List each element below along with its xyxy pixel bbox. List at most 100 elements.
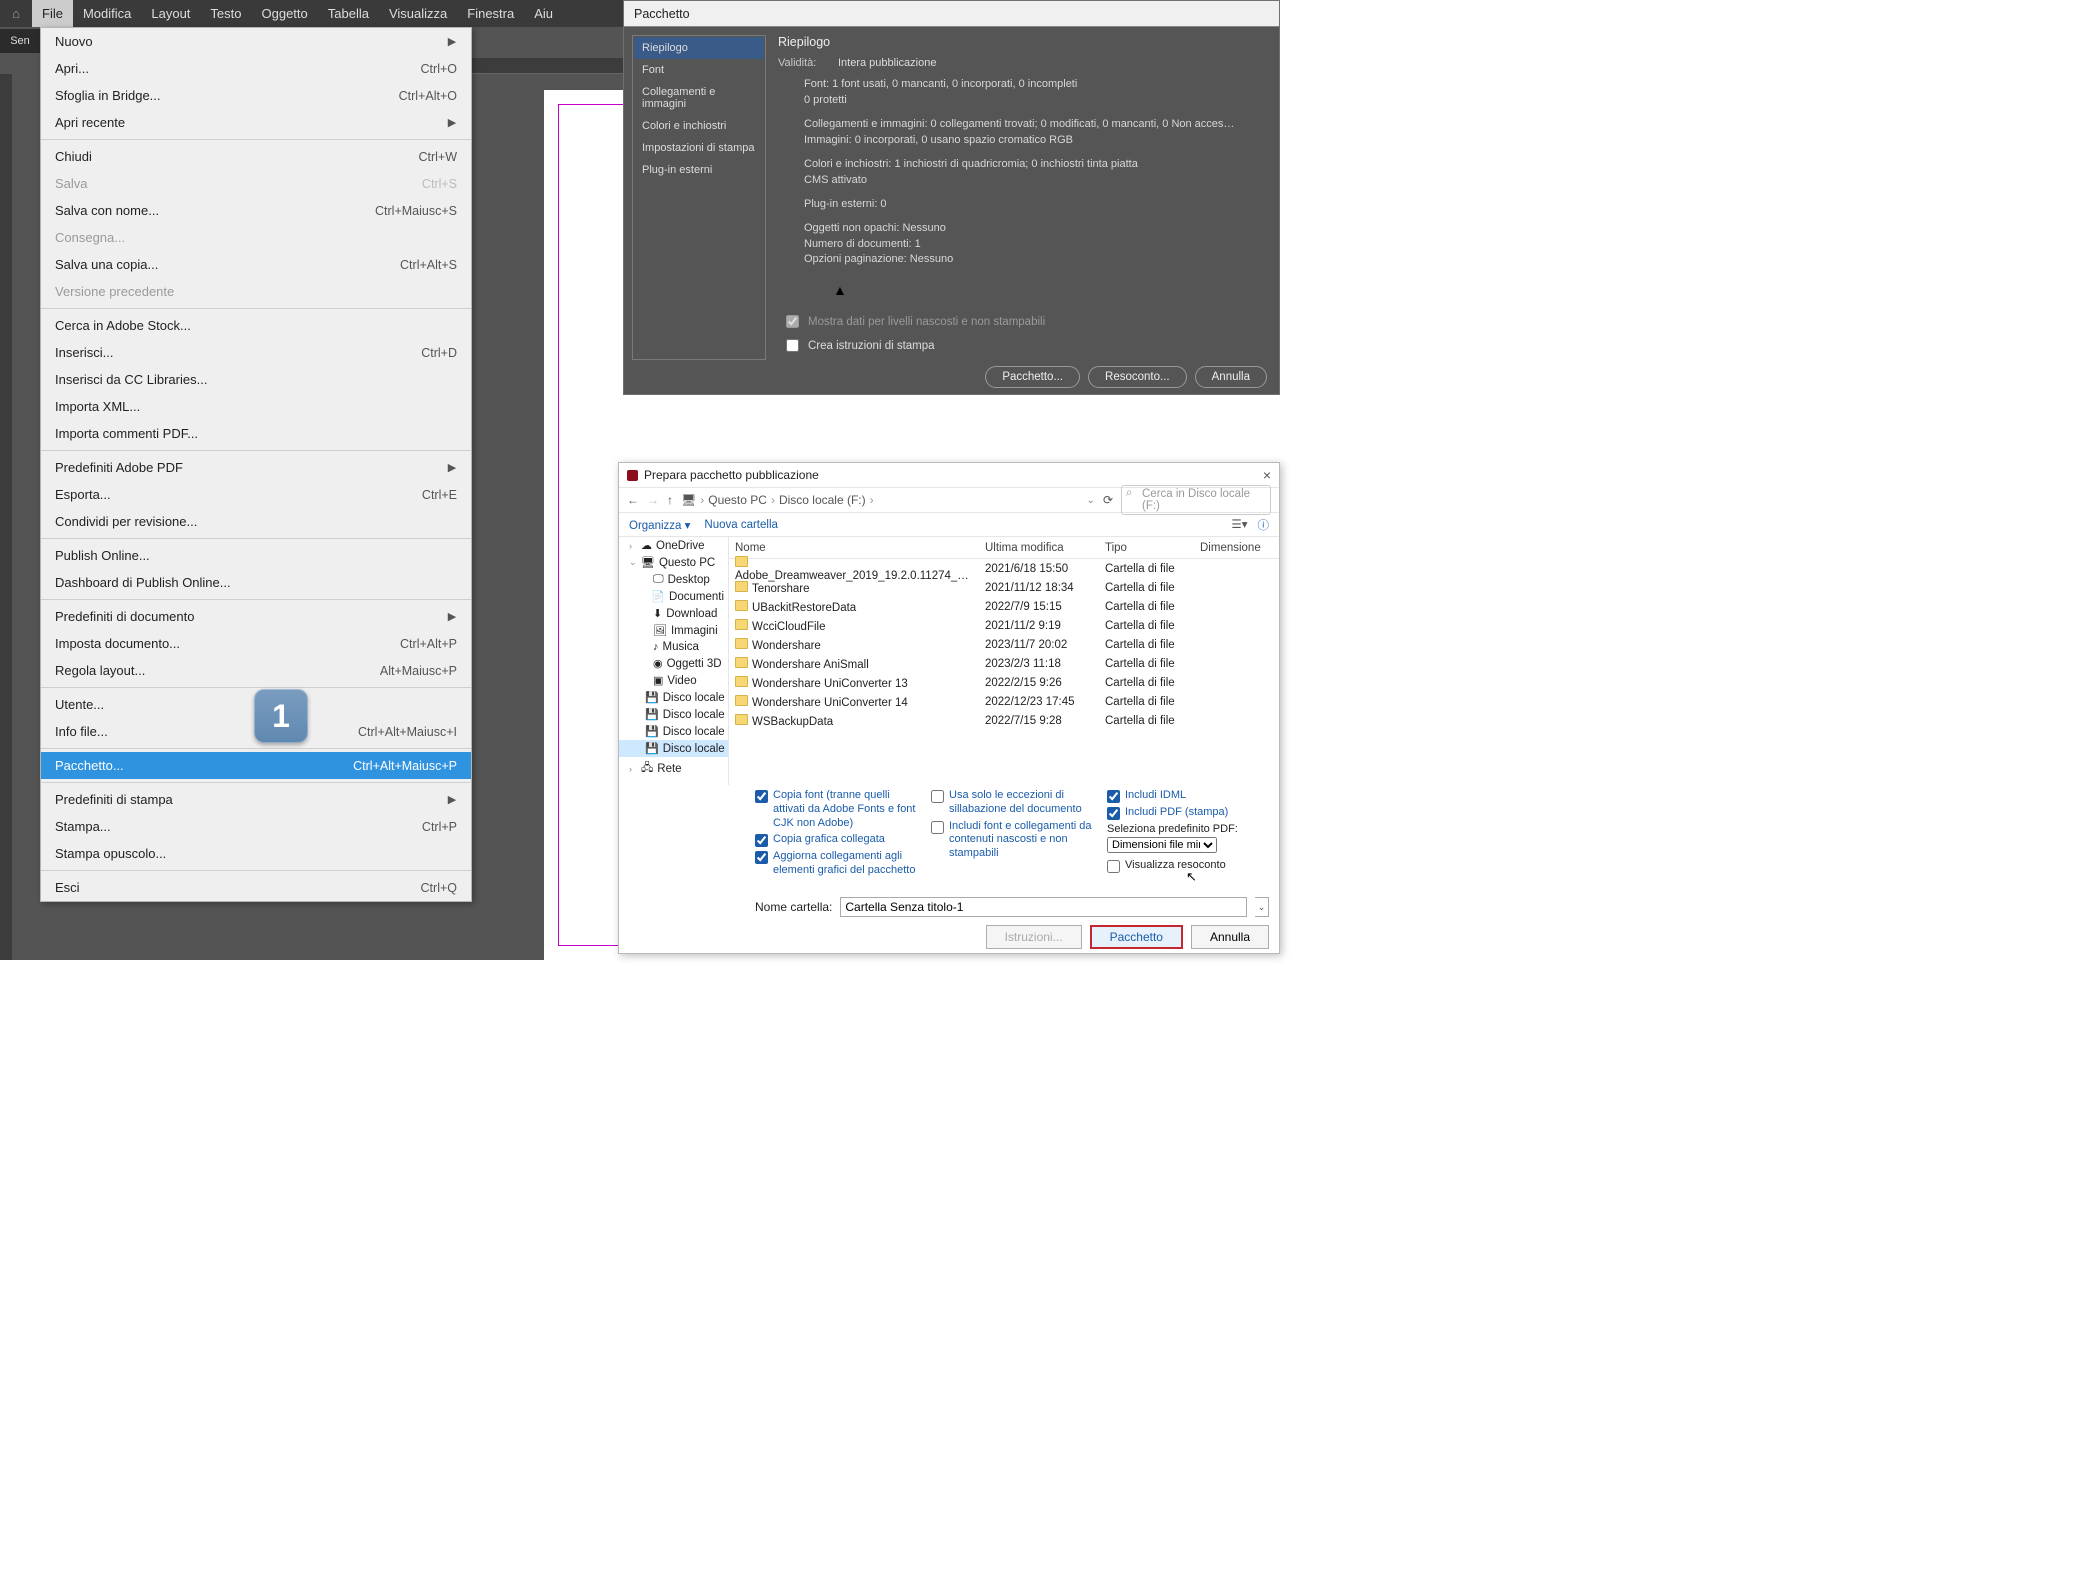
package-nav-item[interactable]: Riepilogo xyxy=(634,37,764,59)
package-dialog: Pacchetto RiepilogoFontCollegamenti e im… xyxy=(623,0,1280,395)
menubar: ⌂ FileModificaLayoutTestoOggettoTabellaV… xyxy=(0,0,623,27)
opt-include-pdf[interactable]: Includi PDF (stampa) xyxy=(1107,806,1269,820)
file-row[interactable]: Tenorshare2021/11/12 18:34Cartella di fi… xyxy=(729,578,1279,597)
menu-item[interactable]: Apri recente▶ xyxy=(41,109,471,136)
package-confirm-button[interactable]: Pacchetto xyxy=(1090,925,1183,949)
menu-item[interactable]: Stampa opuscolo... xyxy=(41,840,471,867)
package-nav-item[interactable]: Plug-in esterni xyxy=(634,159,764,181)
menu-layout[interactable]: Layout xyxy=(141,0,200,27)
tree-node[interactable]: 🖼Immagini xyxy=(619,622,728,639)
tree-node[interactable]: 💾Disco locale (C:) xyxy=(619,689,728,706)
opt-copy-font[interactable]: Copia font (tranne quelli attivati da Ad… xyxy=(755,789,917,830)
cancel-button[interactable]: Annulla xyxy=(1195,366,1267,388)
tree-node[interactable]: 📄Documenti xyxy=(619,588,728,605)
breadcrumb[interactable]: 🖥› Questo PC› Disco locale (F:)› xyxy=(681,493,874,507)
menu-modifica[interactable]: Modifica xyxy=(73,0,141,27)
menu-item[interactable]: Regola layout...Alt+Maiusc+P xyxy=(41,657,471,684)
menu-item[interactable]: ChiudiCtrl+W xyxy=(41,143,471,170)
tree-node[interactable]: ◉Oggetti 3D xyxy=(619,655,728,672)
menu-item[interactable]: Esporta...Ctrl+E xyxy=(41,481,471,508)
menu-item[interactable]: Importa XML... xyxy=(41,393,471,420)
package-nav-item[interactable]: Impostazioni di stampa xyxy=(634,137,764,159)
menu-item[interactable]: Imposta documento...Ctrl+Alt+P xyxy=(41,630,471,657)
menu-item[interactable]: Condividi per revisione... xyxy=(41,508,471,535)
menu-finestra[interactable]: Finestra xyxy=(457,0,524,27)
menu-item[interactable]: Predefiniti di stampa▶ xyxy=(41,786,471,813)
tree-node[interactable]: ›🖧Rete xyxy=(619,757,728,780)
menu-item[interactable]: Inserisci...Ctrl+D xyxy=(41,339,471,366)
tree-node[interactable]: ▣Video xyxy=(619,672,728,689)
refresh-icon[interactable]: ⟳ xyxy=(1103,493,1113,507)
app-icon xyxy=(627,470,638,481)
home-icon[interactable]: ⌂ xyxy=(0,6,32,21)
package-nav-item[interactable]: Font xyxy=(634,59,764,81)
menu-item: SalvaCtrl+S xyxy=(41,170,471,197)
search-input[interactable]: Cerca in Disco locale (F:) xyxy=(1121,485,1271,515)
tree-node[interactable]: 🖵Desktop xyxy=(619,571,728,588)
file-row[interactable]: Wondershare UniConverter 132022/2/15 9:2… xyxy=(729,673,1279,692)
menu-item[interactable]: Predefiniti di documento▶ xyxy=(41,603,471,630)
menu-item[interactable]: Publish Online... xyxy=(41,542,471,569)
opt-hyphenation[interactable]: Usa solo le eccezioni di sillabazione de… xyxy=(931,789,1093,817)
package-button[interactable]: Pacchetto... xyxy=(985,366,1080,388)
tree-node[interactable]: 💾Disco locale (D:) xyxy=(619,706,728,723)
opt-hidden-content[interactable]: Includi font e collegamenti da contenuti… xyxy=(931,820,1093,861)
menu-item: Versione precedente xyxy=(41,278,471,305)
menu-item[interactable]: Sfoglia in Bridge...Ctrl+Alt+O xyxy=(41,82,471,109)
menu-tabella[interactable]: Tabella xyxy=(318,0,379,27)
menu-item[interactable]: Apri...Ctrl+O xyxy=(41,55,471,82)
organize-menu[interactable]: Organizza ▾ xyxy=(629,518,690,532)
tree-node[interactable]: 💾Disco locale (F:) xyxy=(619,740,728,757)
file-row[interactable]: Wondershare AniSmall2023/2/3 11:18Cartel… xyxy=(729,654,1279,673)
file-list[interactable]: Nome Ultima modifica Tipo Dimensione Ado… xyxy=(729,537,1279,785)
tree-node[interactable]: ⌄🖥Questo PC xyxy=(619,554,728,571)
tree-node[interactable]: ⬇Download xyxy=(619,605,728,622)
tree-node[interactable]: 💾Disco locale (E:) xyxy=(619,723,728,740)
menu-testo[interactable]: Testo xyxy=(200,0,251,27)
cursor-icon: ↖ xyxy=(1186,869,1197,885)
menu-item[interactable]: Importa commenti PDF... xyxy=(41,420,471,447)
menu-item[interactable]: Stampa...Ctrl+P xyxy=(41,813,471,840)
file-row[interactable]: Wondershare2023/11/7 20:02Cartella di fi… xyxy=(729,635,1279,654)
file-row[interactable]: WSBackupData2022/7/15 9:28Cartella di fi… xyxy=(729,711,1279,730)
menu-item[interactable]: Salva una copia...Ctrl+Alt+S xyxy=(41,251,471,278)
menu-item[interactable]: Pacchetto...Ctrl+Alt+Maiusc+P xyxy=(41,752,471,779)
tree-node[interactable]: ›☁OneDrive xyxy=(619,537,728,554)
opt-include-idml[interactable]: Includi IDML xyxy=(1107,789,1269,803)
close-icon[interactable]: × xyxy=(1263,467,1271,483)
folder-tree[interactable]: ›☁OneDrive⌄🖥Questo PC🖵Desktop📄Documenti⬇… xyxy=(619,537,729,785)
check-hidden-layers[interactable]: Mostra dati per livelli nascosti e non s… xyxy=(782,312,1045,331)
nav-fwd-icon[interactable]: → xyxy=(647,493,659,507)
file-row[interactable]: Adobe_Dreamweaver_2019_19.2.0.11274_…202… xyxy=(729,559,1279,578)
package-nav-item[interactable]: Collegamenti e immagini xyxy=(634,81,764,115)
view-mode-icon[interactable]: ☰▾ xyxy=(1231,517,1247,533)
menu-file[interactable]: File xyxy=(32,0,73,27)
folder-name-input[interactable] xyxy=(840,897,1247,917)
menu-oggetto[interactable]: Oggetto xyxy=(252,0,318,27)
report-button[interactable]: Resoconto... xyxy=(1088,366,1187,388)
menu-item[interactable]: Inserisci da CC Libraries... xyxy=(41,366,471,393)
opt-copy-graphics[interactable]: Copia grafica collegata xyxy=(755,833,917,847)
folder-name-dropdown-icon[interactable]: ⌄ xyxy=(1255,897,1269,917)
menu-visualizza[interactable]: Visualizza xyxy=(379,0,457,27)
file-row[interactable]: WcciCloudFile2021/11/2 9:19Cartella di f… xyxy=(729,616,1279,635)
package-nav-item[interactable]: Colori e inchiostri xyxy=(634,115,764,137)
menu-item[interactable]: Predefiniti Adobe PDF▶ xyxy=(41,454,471,481)
menu-item[interactable]: Nuovo▶ xyxy=(41,28,471,55)
cancel-button[interactable]: Annulla xyxy=(1191,925,1269,949)
help-icon[interactable]: ⓘ xyxy=(1258,517,1270,533)
menu-aiu[interactable]: Aiu xyxy=(524,0,563,27)
new-folder-button[interactable]: Nuova cartella xyxy=(704,519,778,531)
menu-item[interactable]: Salva con nome...Ctrl+Maiusc+S xyxy=(41,197,471,224)
file-row[interactable]: UBackitRestoreData2022/7/9 15:15Cartella… xyxy=(729,597,1279,616)
nav-up-icon[interactable]: ↑ xyxy=(667,493,673,507)
menu-item[interactable]: Dashboard di Publish Online... xyxy=(41,569,471,596)
check-print-instructions[interactable]: Crea istruzioni di stampa xyxy=(782,336,1045,355)
tree-node[interactable]: ♪Musica xyxy=(619,639,728,655)
menu-item[interactable]: EsciCtrl+Q xyxy=(41,874,471,901)
file-row[interactable]: Wondershare UniConverter 142022/12/23 17… xyxy=(729,692,1279,711)
nav-back-icon[interactable]: ← xyxy=(627,493,639,507)
menu-item[interactable]: Cerca in Adobe Stock... xyxy=(41,312,471,339)
opt-update-links[interactable]: Aggiorna collegamenti agli elementi graf… xyxy=(755,850,917,878)
pdf-preset-select[interactable]: Dimensioni file mini xyxy=(1107,837,1217,853)
